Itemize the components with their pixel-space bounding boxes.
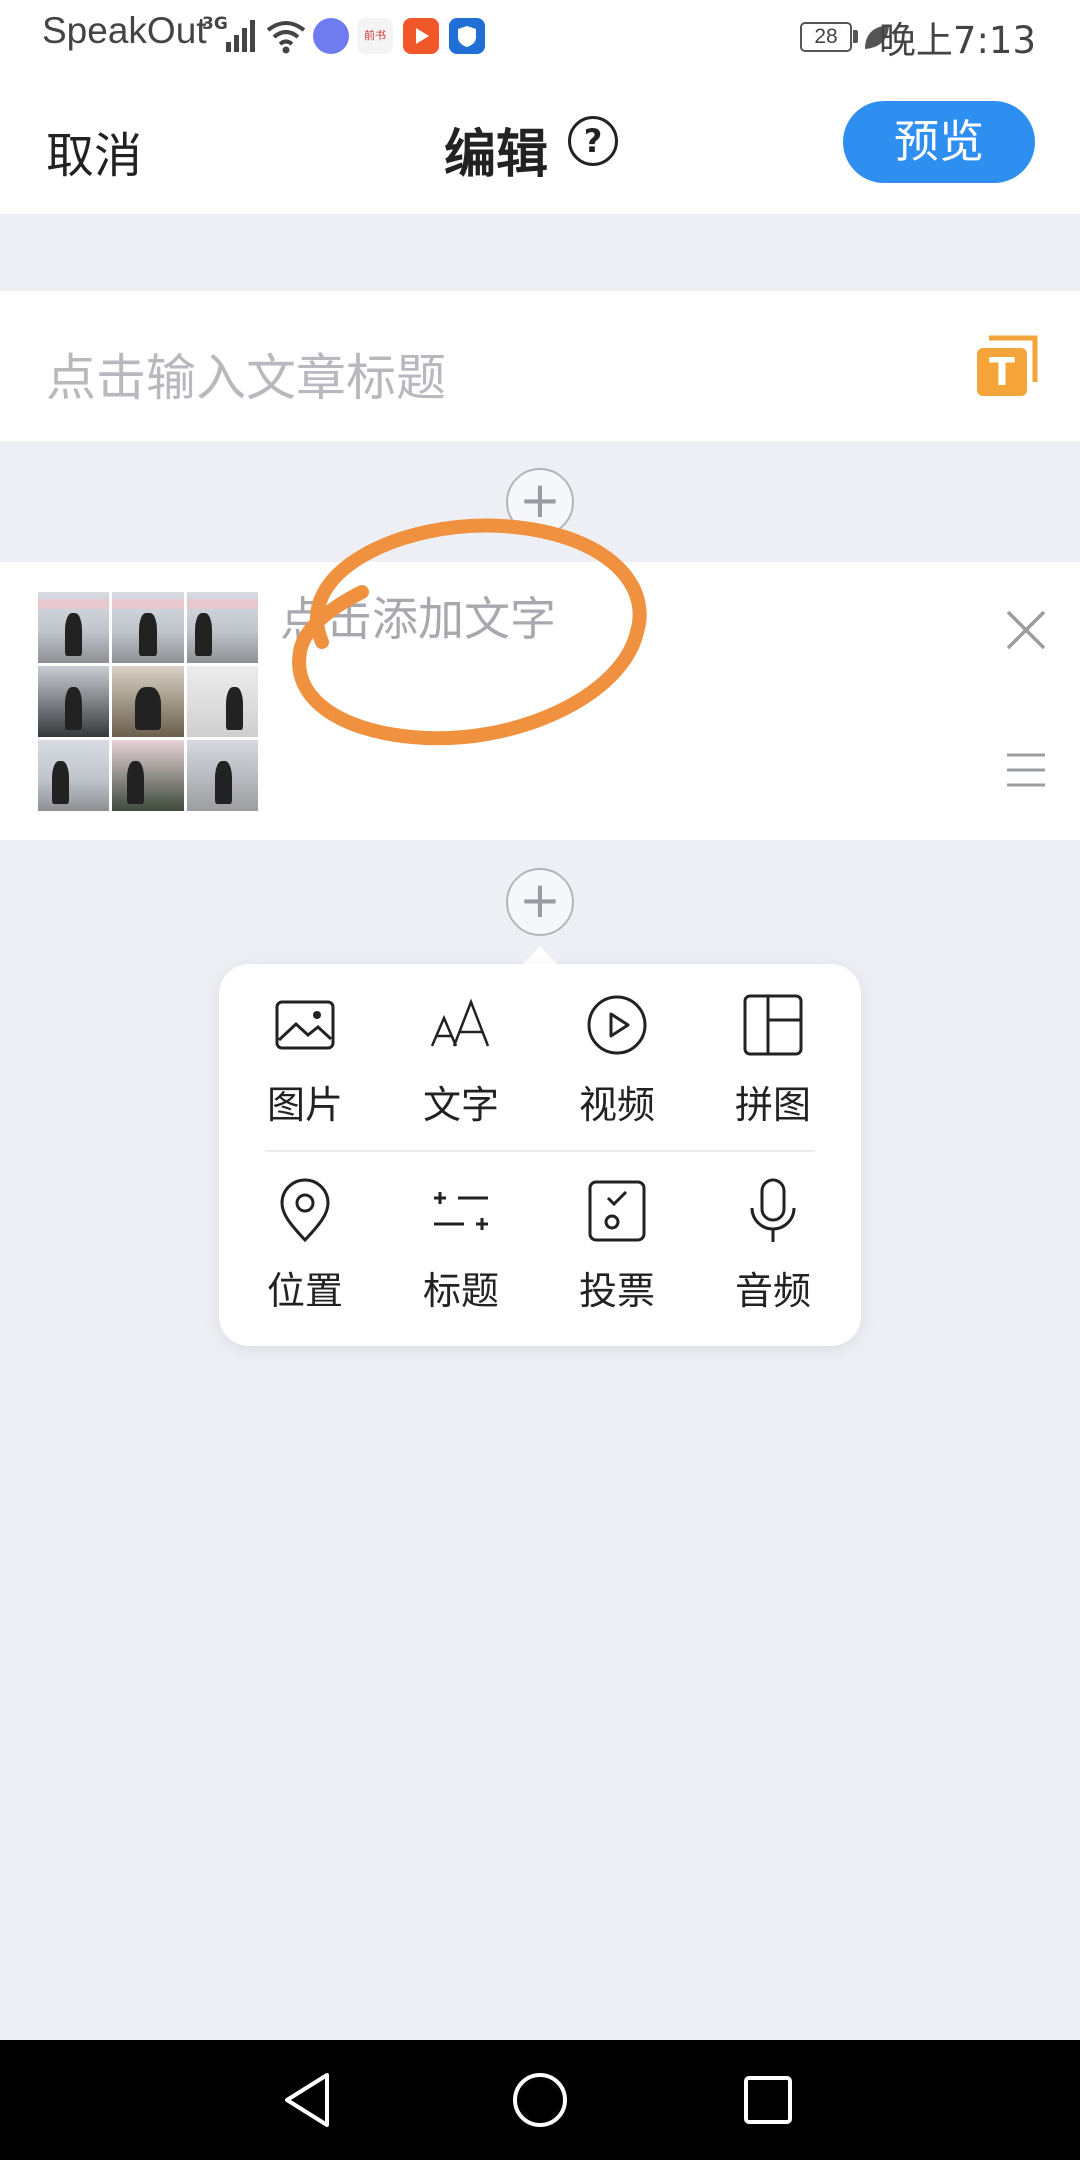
menu-label-text: 文字 [422, 1083, 499, 1127]
carrier-name: SpeakOut [42, 10, 207, 51]
photo-thumbnail [112, 740, 184, 811]
status-time: 晚上7:13 [878, 19, 1036, 62]
home-icon[interactable] [505, 2065, 575, 2135]
menu-item-vote[interactable]: 投票 [547, 1176, 687, 1326]
menu-item-video[interactable]: 视频 [547, 990, 687, 1140]
preview-button[interactable]: 预览 [843, 101, 1035, 183]
help-icon[interactable]: ? [568, 116, 618, 166]
image-icon [275, 1000, 335, 1050]
photo-thumbnail [38, 666, 110, 737]
recents-icon[interactable] [733, 2065, 803, 2135]
menu-label-video: 视频 [578, 1083, 655, 1127]
menu-label-heading: 标题 [422, 1269, 499, 1313]
title-style-icon[interactable]: T [975, 332, 1041, 398]
location-icon [280, 1178, 330, 1243]
photo-grid[interactable] [38, 592, 258, 811]
audio-icon [750, 1178, 796, 1242]
menu-item-text[interactable]: 文字 [391, 990, 531, 1140]
network-type: 3G [202, 14, 228, 34]
signal-icon [226, 20, 255, 52]
vote-icon [588, 1180, 646, 1242]
menu-label-vote: 投票 [578, 1269, 655, 1313]
menu-label-audio: 音频 [734, 1269, 811, 1313]
video-icon [587, 995, 647, 1055]
menu-item-image[interactable]: 图片 [235, 990, 375, 1140]
cancel-button[interactable]: 取消 [46, 116, 142, 186]
heading-icon [434, 1192, 488, 1230]
music-app-icon [313, 18, 349, 54]
article-title-input[interactable]: 点击输入文章标题 [46, 338, 446, 410]
photo-thumbnail [38, 740, 110, 811]
title-style-glyph: T [989, 350, 1015, 394]
photo-thumbnail [38, 592, 110, 663]
menu-item-collage[interactable]: 拼图 [703, 990, 843, 1140]
battery-tip [853, 30, 858, 43]
menu-label-location: 位置 [266, 1269, 343, 1313]
battery-indicator: 28 [800, 22, 852, 52]
drag-handle-icon[interactable] [1005, 752, 1047, 788]
menu-item-location[interactable]: 位置 [235, 1176, 375, 1326]
photo-thumbnail [112, 666, 184, 737]
video-app-icon [403, 18, 439, 54]
menu-label-image: 图片 [266, 1083, 343, 1127]
menu-item-audio[interactable]: 音频 [703, 1176, 843, 1326]
add-block-button-active[interactable]: + [506, 868, 574, 936]
photo-thumbnail [186, 592, 258, 663]
photo-thumbnail [186, 740, 258, 811]
close-icon[interactable] [1004, 608, 1048, 652]
collage-icon [743, 994, 803, 1056]
photo-thumbnail [112, 592, 184, 663]
menu-divider [265, 1150, 815, 1152]
text-icon [430, 998, 490, 1047]
wifi-icon [266, 21, 306, 54]
menu-label-collage: 拼图 [734, 1083, 811, 1127]
book-app-icon: 前书 [357, 18, 393, 54]
photo-thumbnail [186, 666, 258, 737]
shield-app-icon [449, 18, 485, 54]
annotation-circle [292, 518, 647, 746]
menu-item-heading[interactable]: 标题 [391, 1176, 531, 1326]
page-title: 编辑 [444, 125, 549, 185]
back-icon[interactable] [273, 2065, 343, 2135]
